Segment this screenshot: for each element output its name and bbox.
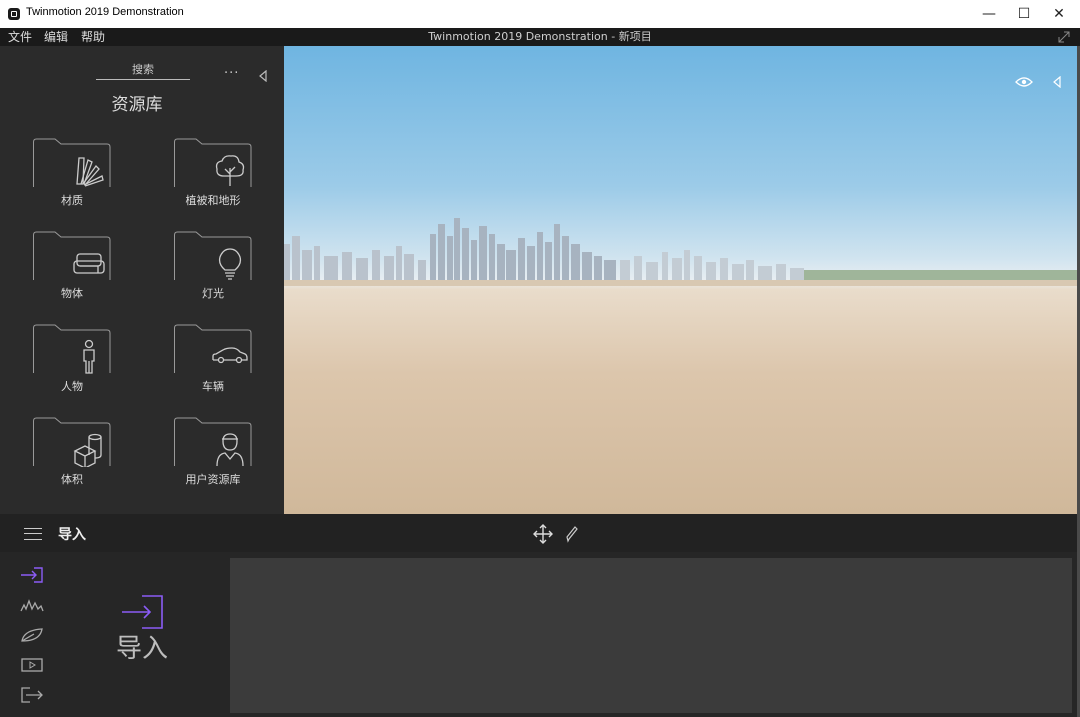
more-options-button[interactable]: ··· <box>224 66 239 81</box>
cube-cylinder-icon <box>73 433 102 467</box>
lightbulb-icon <box>218 248 242 280</box>
export-icon[interactable] <box>20 687 44 703</box>
collapse-left-icon[interactable] <box>1052 76 1062 88</box>
category-characters[interactable]: 人物 <box>33 324 143 394</box>
category-label: 灯光 <box>202 287 224 300</box>
section-title: 导入 <box>58 527 86 543</box>
mode-toolbar: 导入 <box>0 514 1080 552</box>
dock-panel: 导入 <box>0 552 1080 717</box>
collapse-left-icon[interactable] <box>258 70 268 82</box>
category-label: 物体 <box>61 287 83 300</box>
category-label: 体积 <box>61 473 83 486</box>
window-titlebar: Twinmotion 2019 Demonstration — ☐ ✕ <box>0 0 1080 28</box>
library-panel: 搜索 ··· 资源库 材质 植被和地形 物体 灯光 人物 车辆 体积 用户资源库 <box>0 46 284 514</box>
import-large-icon <box>122 595 163 629</box>
menu-help[interactable]: 帮助 <box>81 28 105 46</box>
pen-tool-icon[interactable] <box>565 525 579 543</box>
maximize-button[interactable]: ☐ <box>1007 0 1041 28</box>
viewport-3d[interactable] <box>284 46 1077 514</box>
menu-bar: Twinmotion 2019 Demonstration - 新项目 文件 编… <box>0 28 1080 46</box>
context-icon[interactable] <box>20 597 44 613</box>
leaf-icon[interactable] <box>20 627 44 643</box>
menu-file[interactable]: 文件 <box>8 28 32 46</box>
category-label: 材质 <box>61 194 83 207</box>
fullscreen-icon[interactable] <box>1058 31 1070 43</box>
category-lights[interactable]: 灯光 <box>174 231 284 301</box>
window-title: Twinmotion 2019 Demonstration <box>26 6 184 18</box>
category-vehicles[interactable]: 车辆 <box>174 324 284 394</box>
user-library-icon <box>216 433 244 467</box>
person-icon <box>83 339 95 374</box>
category-objects[interactable]: 物体 <box>33 231 143 301</box>
city-skyline <box>284 218 1077 286</box>
menu-edit[interactable]: 编辑 <box>44 28 68 46</box>
category-label: 人物 <box>61 380 83 393</box>
menu-hamburger-icon[interactable] <box>24 528 42 540</box>
close-button[interactable]: ✕ <box>1042 0 1076 28</box>
document-title: Twinmotion 2019 Demonstration - 新项目 <box>428 30 652 43</box>
category-label: 用户资源库 <box>185 473 241 486</box>
search-field[interactable]: 搜索 <box>96 61 190 80</box>
import-icon[interactable] <box>20 567 44 583</box>
eye-icon[interactable] <box>1015 76 1033 88</box>
library-title: 资源库 <box>111 95 163 115</box>
import-label: 导入 <box>116 634 169 664</box>
sofa-icon <box>73 253 105 274</box>
minimize-button[interactable]: — <box>972 0 1006 28</box>
category-volumes[interactable]: 体积 <box>33 417 143 487</box>
tree-icon <box>215 155 245 186</box>
car-icon <box>212 347 248 364</box>
category-materials[interactable]: 材质 <box>33 138 143 208</box>
category-user-library[interactable]: 用户资源库 <box>174 417 284 487</box>
app-icon <box>8 8 20 20</box>
category-vegetation-terrain[interactable]: 植被和地形 <box>174 138 284 208</box>
swatch-fan-icon <box>76 157 104 187</box>
media-icon[interactable] <box>20 657 44 673</box>
move-tool-icon[interactable] <box>533 524 553 544</box>
import-content-area[interactable] <box>230 558 1072 713</box>
category-label: 植被和地形 <box>185 194 241 207</box>
category-label: 车辆 <box>202 380 224 393</box>
